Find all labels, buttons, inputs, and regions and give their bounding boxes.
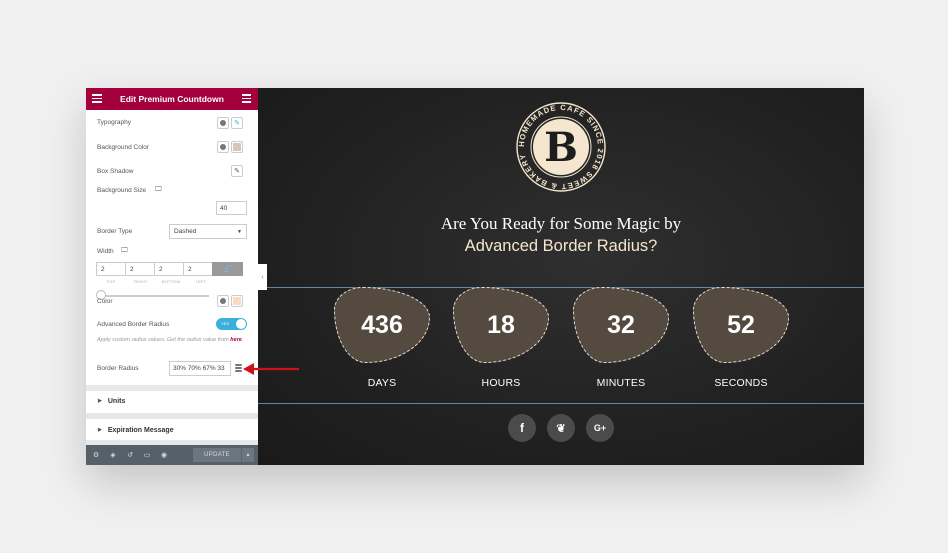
pencil-icon[interactable]: ✎ <box>231 117 243 129</box>
advanced-border-radius-toggle[interactable]: YES <box>216 318 247 330</box>
left-sublabel: LEFT <box>195 279 207 284</box>
width-top-input[interactable]: 2 <box>96 262 126 276</box>
advanced-border-radius-label: Advanced Border Radius <box>97 321 170 328</box>
box-shadow-label: Box Shadow <box>97 168 134 175</box>
countdown-value: 52 <box>693 287 789 363</box>
background-size-slider[interactable] <box>101 295 209 297</box>
section-units-label: Units <box>107 397 126 405</box>
panel-title: Edit Premium Countdown <box>120 94 224 104</box>
chevron-left-icon: ‹ <box>261 273 264 281</box>
width-bottom-input[interactable]: 2 <box>154 262 184 276</box>
heading-line-1: Are You Ready for Some Magic by <box>440 214 682 233</box>
widgets-grid-icon[interactable] <box>242 94 251 103</box>
width-inputs: 2 2 2 2 🔗 <box>96 262 243 276</box>
section-expiration-message[interactable]: ▶ Expiration Message <box>86 420 258 440</box>
cafe-logo: HOMEMADE CAFE SINCE 2018 SWEET & BAKERY … <box>515 101 607 193</box>
countdown-value: 436 <box>334 287 430 363</box>
border-type-select[interactable]: Dashed ▼ <box>169 224 247 239</box>
countdown-hours: 18 HOURS <box>451 287 551 389</box>
border-type-value: Dashed <box>174 228 197 235</box>
section-expiration-label: Expiration Message <box>107 426 174 434</box>
section-divider <box>86 413 258 419</box>
globe-icon[interactable] <box>217 141 229 153</box>
history-icon[interactable]: ↺ <box>123 445 137 465</box>
right-sublabel: RIGHT <box>134 279 148 284</box>
desktop-icon: 🖵 <box>155 186 162 193</box>
border-type-label: Border Type <box>97 228 133 235</box>
editor-panel: Edit Premium Countdown Typography ✎ Back… <box>86 88 258 465</box>
update-button[interactable]: UPDATE <box>193 448 241 462</box>
dynamic-tags-icon[interactable] <box>235 364 242 373</box>
logo-letter: B <box>533 119 589 175</box>
top-sublabel: TOP <box>106 279 116 284</box>
help-text-body: Apply custom radius values. Get the radi… <box>97 337 231 343</box>
divider-line-bottom <box>258 403 864 404</box>
chevron-up-icon[interactable]: ▲ <box>241 448 254 462</box>
panel-header: Edit Premium Countdown <box>86 88 258 110</box>
countdown-value: 18 <box>453 287 549 363</box>
menu-icon[interactable] <box>92 94 102 103</box>
countdown-seconds: 52 SECONDS <box>691 287 791 389</box>
border-radius-input[interactable]: 30% 70% 67% 33 <box>169 361 231 376</box>
countdown-label: SECONDS <box>714 377 768 389</box>
background-size-input[interactable]: 40 <box>216 201 247 215</box>
link-icon[interactable]: 🔗 <box>212 262 243 276</box>
desktop-icon: 🖵 <box>121 247 128 254</box>
navigator-icon[interactable]: ◈ <box>106 445 120 465</box>
help-text: Apply custom radius values. Get the radi… <box>97 336 247 344</box>
countdown-label: HOURS <box>481 377 521 389</box>
countdown-label: MINUTES <box>596 377 646 389</box>
bottom-sublabel: BOTTOM <box>161 279 181 284</box>
preview-eye-icon[interactable]: ◉ <box>157 445 171 465</box>
countdown-days: 436 DAYS <box>332 287 432 389</box>
facebook-icon[interactable]: f <box>508 414 536 442</box>
globe-icon[interactable] <box>217 117 229 129</box>
responsive-icon[interactable]: ▭ <box>140 445 154 465</box>
red-arrow-annotation <box>243 363 299 375</box>
border-radius-label: Border Radius <box>97 365 139 372</box>
section-units[interactable]: ▶ Units <box>86 391 258 411</box>
globe-icon[interactable] <box>217 295 229 307</box>
caret-right-icon: ▶ <box>98 427 102 433</box>
google-plus-icon[interactable]: G+ <box>586 414 614 442</box>
width-label: Width <box>97 248 114 255</box>
settings-icon[interactable]: ⚙ <box>89 445 103 465</box>
countdown-label: DAYS <box>367 377 397 389</box>
help-link[interactable]: here <box>230 337 242 343</box>
width-sublabels: TOP RIGHT BOTTOM LEFT <box>96 279 216 284</box>
toggle-text: YES <box>221 321 230 326</box>
heading-line-2: Advanced Border Radius? <box>464 237 658 255</box>
countdown-value: 32 <box>573 287 669 363</box>
countdown-minutes: 32 MINUTES <box>571 287 671 389</box>
chevron-down-icon: ▼ <box>237 228 242 235</box>
caret-right-icon: ▶ <box>98 398 102 404</box>
background-color-label: Background Color <box>97 144 150 151</box>
color-swatch[interactable] <box>231 295 243 307</box>
color-label: Color <box>97 298 113 305</box>
panel-footer: ⚙ ◈ ↺ ▭ ◉ UPDATE ▲ <box>86 445 258 465</box>
pencil-icon[interactable]: ✎ <box>231 165 243 177</box>
twitter-icon[interactable]: ❦ <box>547 414 575 442</box>
preview-area: HOMEMADE CAFE SINCE 2018 SWEET & BAKERY … <box>258 88 864 465</box>
collapse-panel-tab[interactable]: ‹ <box>258 264 267 290</box>
width-right-input[interactable]: 2 <box>125 262 155 276</box>
background-color-swatch[interactable] <box>231 141 243 153</box>
background-size-label: Background Size <box>97 187 147 194</box>
typography-label: Typography <box>97 119 131 126</box>
width-left-input[interactable]: 2 <box>183 262 213 276</box>
